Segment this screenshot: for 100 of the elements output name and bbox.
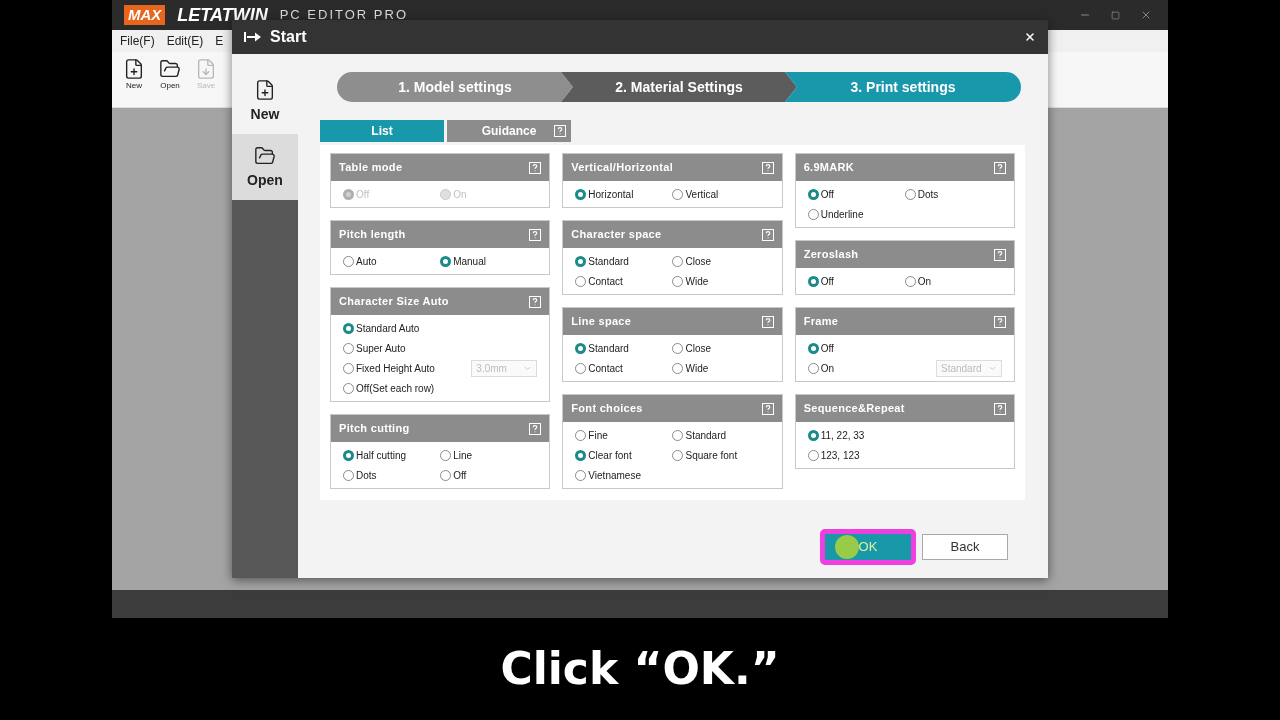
option-label: Square font (685, 448, 738, 463)
radio-button[interactable] (440, 255, 452, 267)
logo-badge: MAX (124, 5, 166, 25)
radio-button[interactable] (807, 188, 819, 200)
radio-button[interactable] (343, 342, 354, 354)
option-label: Auto (356, 254, 377, 269)
toolbar-button[interactable]: Open (158, 57, 182, 91)
help-icon[interactable] (761, 228, 774, 241)
panel-title: Sequence&Repeat (803, 401, 905, 417)
help-icon[interactable] (761, 402, 774, 415)
wizard-step: 1. Model settings (337, 72, 573, 102)
dialog-button[interactable]: Back (922, 534, 1008, 560)
toolbar-button[interactable]: New (122, 57, 146, 91)
dialog-title: Start (270, 27, 307, 47)
menu-item[interactable]: File(F) (120, 32, 155, 50)
panel-title: Character space (571, 227, 662, 243)
radio-button[interactable] (807, 429, 819, 441)
option-label: Close (685, 341, 712, 356)
help-icon[interactable] (554, 125, 566, 137)
radio-button[interactable] (343, 322, 354, 334)
help-icon[interactable] (994, 248, 1006, 261)
option-label: Wide (685, 274, 709, 289)
help-icon[interactable] (994, 161, 1006, 174)
help-icon[interactable] (529, 422, 542, 435)
help-icon[interactable] (529, 161, 542, 174)
arrow-icon (244, 31, 262, 43)
panel-title: Table mode (339, 160, 403, 176)
menu-item[interactable]: Edit(E) (166, 32, 204, 50)
option-label: Contact (588, 361, 623, 376)
option-label: Off (356, 187, 370, 202)
radio-button[interactable] (807, 342, 819, 354)
radio-button[interactable] (575, 469, 587, 481)
radio-button[interactable] (672, 429, 684, 441)
panel-title: Character Size Auto (339, 294, 449, 310)
option-label: Half cutting (356, 448, 407, 463)
help-icon[interactable] (761, 161, 774, 174)
product-name: PC EDITOR PRO (279, 6, 408, 25)
radio-button[interactable] (672, 188, 684, 200)
radio-button[interactable] (343, 382, 354, 394)
radio-button[interactable] (575, 429, 587, 441)
help-icon[interactable] (529, 295, 542, 308)
option-label: Off (820, 187, 834, 202)
help-icon[interactable] (761, 315, 774, 328)
radio-button[interactable] (343, 255, 354, 267)
caption: Click “OK.” (500, 642, 780, 696)
radio-button[interactable] (672, 342, 684, 354)
option-label: On (820, 361, 834, 376)
wizard-step: 3. Print settings (785, 72, 1021, 102)
radio-button[interactable] (575, 188, 587, 200)
option-label: Dots (917, 187, 939, 202)
help-icon[interactable] (529, 228, 542, 241)
radio-button[interactable] (575, 275, 587, 287)
sidebar-item[interactable]: Open (232, 134, 298, 200)
option-label: Standard (685, 428, 727, 443)
panel-title: Frame (803, 314, 839, 330)
radio-button[interactable] (575, 449, 587, 461)
wizard-step: 2. Material Settings (561, 72, 797, 102)
radio-button[interactable] (575, 342, 587, 354)
option-label: Standard Auto (356, 321, 420, 336)
radio-button[interactable] (807, 208, 819, 220)
radio-button[interactable] (575, 255, 587, 267)
radio-button[interactable] (807, 449, 819, 461)
option-label: Clear font (588, 448, 632, 463)
panel-title: Font choices (571, 401, 643, 417)
new-file-icon (254, 77, 276, 102)
option-label: Underline (820, 207, 864, 222)
help-icon[interactable] (994, 315, 1006, 328)
option-label: Vietnamese (588, 468, 641, 483)
help-icon[interactable] (994, 402, 1006, 415)
new-file-icon (123, 57, 145, 81)
radio-button[interactable] (672, 449, 684, 461)
panel-title: 6.9MARK (803, 160, 855, 176)
option-label: Close (685, 254, 712, 269)
panel-title: Zeroslash (803, 247, 859, 263)
radio-button[interactable] (440, 449, 452, 461)
radio-button[interactable] (343, 362, 354, 374)
radio-button[interactable] (672, 362, 684, 374)
radio-button[interactable] (672, 275, 684, 287)
option-label: Off(Set each row) (356, 381, 435, 396)
radio-button[interactable] (904, 275, 916, 287)
option-label: 123, 123 (820, 448, 860, 463)
radio-button[interactable] (440, 469, 452, 481)
close-icon[interactable] (1024, 31, 1036, 43)
menu-item[interactable]: E (215, 32, 224, 50)
save-icon (195, 57, 217, 81)
radio-button[interactable] (575, 362, 587, 374)
option-label: Contact (588, 274, 623, 289)
option-label: Line (453, 448, 473, 463)
panel-title: Pitch cutting (339, 421, 410, 437)
option-label: Horizontal (588, 187, 634, 202)
radio-button[interactable] (672, 255, 684, 267)
radio-button[interactable] (904, 188, 916, 200)
radio-button[interactable] (807, 275, 819, 287)
option-label: Fixed Height Auto (356, 361, 435, 376)
option-label: Standard (588, 341, 629, 356)
maximize-icon[interactable] (1111, 10, 1120, 20)
option-label: Manual (453, 254, 486, 269)
radio-button[interactable] (807, 362, 819, 374)
radio-button[interactable] (343, 469, 354, 481)
radio-button[interactable] (343, 449, 354, 461)
